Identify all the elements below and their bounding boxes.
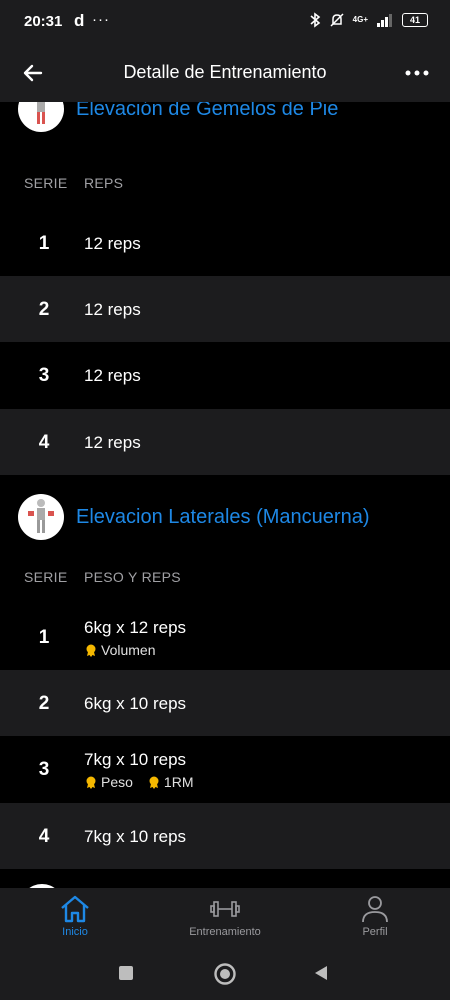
col-header-weight-reps: PESO Y REPS [84, 569, 181, 585]
notification-more-icon: ··· [92, 11, 110, 28]
set-number: 3 [38, 365, 50, 386]
set-row: 1 6kg x 12 reps Volumen [0, 604, 450, 670]
nav-label: Inicio [62, 926, 88, 938]
nav-item-inicio[interactable]: Inicio [20, 894, 130, 938]
exercise-header[interactable]: Elevacion Laterales (Mancuerna) [0, 492, 450, 548]
set-value: 12 reps [84, 433, 141, 452]
workout-detail-content[interactable]: Elevación de Gemelos de Pie SERIE REPS 1… [0, 102, 450, 888]
battery-level: 41 [409, 15, 420, 25]
back-button-icon[interactable] [312, 964, 330, 982]
record-badge: 1RM [147, 774, 194, 790]
status-bar: 20:31 d ··· 4G+ 41 [0, 0, 450, 44]
medal-icon [149, 776, 159, 789]
set-number: 1 [38, 627, 50, 648]
nav-item-perfil[interactable]: Perfil [320, 894, 430, 938]
set-row: 3 12 reps [0, 342, 450, 408]
exercise-header[interactable]: Elevación de Gemelos de Pie [0, 102, 450, 142]
network-type: 4G+ [352, 15, 368, 24]
signal-icon [377, 14, 392, 27]
home-icon [61, 895, 89, 923]
record-label: Volumen [101, 642, 156, 658]
app-bar: Detalle de Entrenamiento [0, 44, 450, 102]
record-badge: Volumen [84, 642, 155, 658]
record-label: 1RM [163, 774, 194, 790]
nav-label: Perfil [362, 926, 388, 938]
set-number: 4 [38, 826, 50, 847]
exercise-image [18, 494, 64, 540]
set-value: 7kg x 10 reps [84, 827, 187, 846]
medal-icon [86, 644, 96, 657]
set-number: 3 [38, 759, 50, 780]
exercise-image [18, 102, 64, 132]
set-row: 4 12 reps [0, 409, 450, 475]
exercise-name[interactable]: Elevación de Gemelos de Pie [76, 102, 338, 121]
medal-icon [86, 776, 96, 789]
set-number: 4 [38, 432, 50, 453]
set-number: 2 [38, 299, 50, 320]
set-value: 12 reps [84, 300, 141, 319]
set-row: 3 7kg x 10 reps Peso 1RM [0, 736, 450, 802]
set-row: 2 12 reps [0, 276, 450, 342]
exercise-name[interactable]: Elevacion Laterales (Mancuerna) [76, 506, 370, 529]
record-label: Peso [101, 774, 133, 790]
recents-icon[interactable] [117, 964, 135, 982]
battery-icon: 41 [402, 13, 428, 27]
col-header-reps: REPS [84, 175, 124, 191]
status-time: 20:31 [24, 13, 63, 30]
set-records: Volumen [84, 642, 155, 658]
set-value: 12 reps [84, 234, 141, 253]
col-header-serie: SERIE [24, 569, 68, 585]
bluetooth-icon [310, 12, 320, 28]
set-value: 6kg x 10 reps [84, 694, 187, 713]
mute-icon [330, 13, 344, 27]
record-badge: Peso [84, 774, 133, 790]
set-row: 4 7kg x 10 reps [0, 803, 450, 869]
set-row: 2 6kg x 10 reps [0, 670, 450, 736]
more-dots-icon[interactable] [402, 58, 432, 88]
set-records: Peso 1RM [84, 774, 193, 790]
set-number: 1 [38, 233, 50, 254]
set-row: 1 12 reps [0, 210, 450, 276]
page-title: Detalle de Entrenamiento [123, 62, 327, 82]
dumbbell-icon [210, 901, 240, 917]
bottom-navigation: Inicio Entrenamiento Perfil [0, 888, 450, 950]
person-icon [362, 896, 388, 923]
set-number: 2 [38, 693, 50, 714]
carrier-glyph: d [74, 11, 85, 30]
set-value: 6kg x 12 reps [84, 618, 187, 637]
home-button-icon[interactable] [213, 962, 237, 986]
set-value: 7kg x 10 reps [84, 750, 187, 769]
nav-label: Entrenamiento [189, 926, 261, 938]
nav-item-entrenamiento[interactable]: Entrenamiento [170, 894, 280, 938]
col-header-serie: SERIE [24, 175, 68, 191]
system-navigation-bar [0, 950, 450, 1000]
set-value: 12 reps [84, 366, 141, 385]
